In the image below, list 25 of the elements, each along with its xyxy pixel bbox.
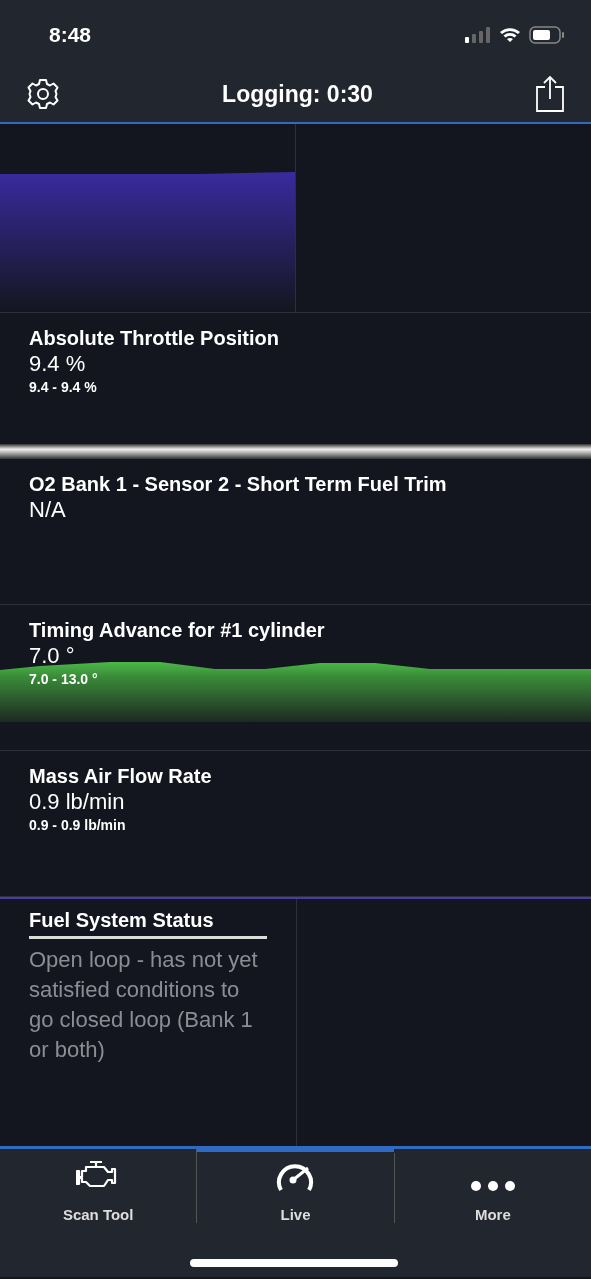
signal-icon	[465, 27, 491, 43]
status-time: 8:48	[49, 23, 92, 47]
settings-icon[interactable]	[26, 77, 60, 111]
gauge-name: Mass Air Flow Rate	[29, 764, 212, 789]
gauge-name: Fuel System Status	[29, 909, 267, 939]
gauge-value: 7.0 °	[29, 643, 75, 669]
gauge-name: O2 Bank 1 - Sensor 2 - Short Term Fuel Trim	[29, 472, 447, 497]
share-icon[interactable]	[535, 75, 565, 113]
gauge-range: 0.9 - 0.9 lb/min	[29, 816, 126, 835]
gauge-icon	[275, 1162, 316, 1192]
logging-title: Logging: 0:30	[222, 80, 373, 108]
battery-icon	[529, 26, 565, 44]
tab[interactable]: Scan Tool	[0, 1153, 197, 1223]
wifi-icon	[499, 27, 521, 43]
tab[interactable]: More	[393, 1153, 591, 1223]
gauge-value: 0.9 lb/min	[29, 789, 125, 815]
gauge-name: Absolute Throttle Position	[29, 326, 279, 351]
tab[interactable]: Live	[196, 1146, 394, 1223]
gauge-name: Timing Advance for #1 cylinder	[29, 618, 325, 643]
more-icon	[469, 1180, 516, 1192]
gauge-range: 7.0 - 13.0 °	[29, 670, 98, 689]
gauge-range: 9.4 - 9.4 %	[29, 378, 97, 397]
gauge-value: Open loop - has not yet satisfied conditions to go closed loop (Bank 1 or both)	[29, 946, 259, 1064]
gauge-value: N/A	[29, 497, 66, 523]
gauge-value: 9.4 %	[29, 351, 86, 377]
